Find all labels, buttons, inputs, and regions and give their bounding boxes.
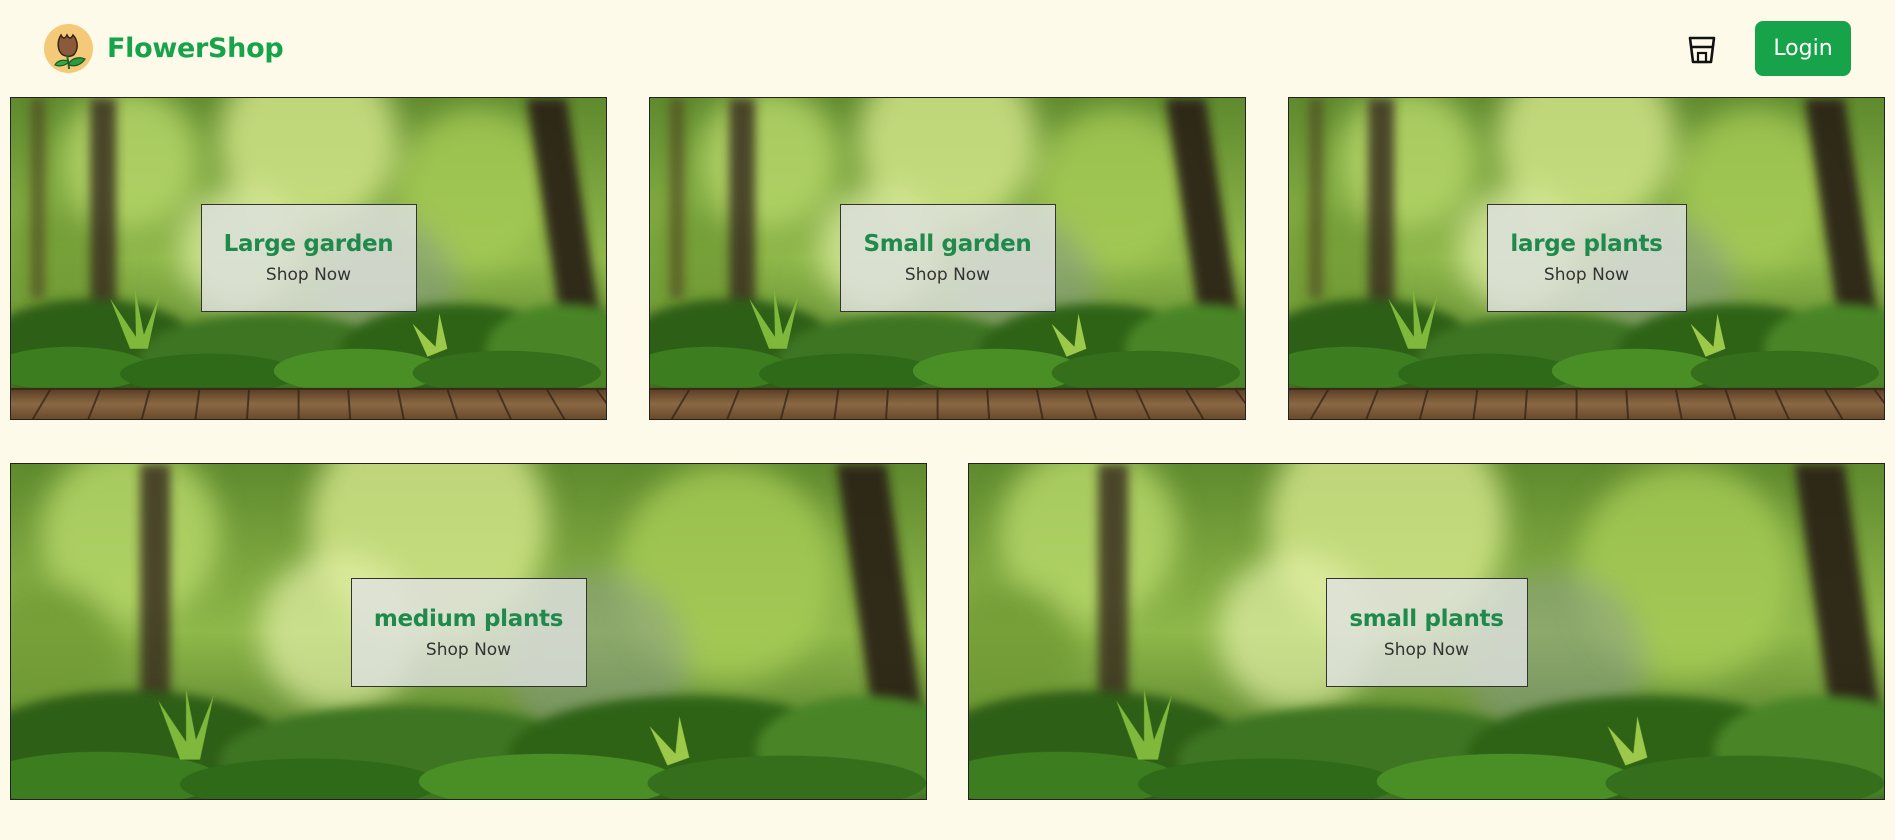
brand-name: FlowerShop — [107, 33, 284, 64]
category-card-large-plants[interactable]: large plants Shop Now — [1288, 97, 1885, 420]
category-label: small plants Shop Now — [1325, 578, 1528, 687]
category-label: medium plants Shop Now — [350, 578, 587, 687]
category-label: Small garden Shop Now — [839, 204, 1056, 312]
shop-now-link[interactable]: Shop Now — [266, 265, 351, 285]
shop-now-link[interactable]: Shop Now — [905, 265, 990, 285]
navbar: FlowerShop Login — [0, 0, 1895, 97]
category-card-large-garden[interactable]: Large garden Shop Now — [10, 97, 607, 420]
shop-now-link[interactable]: Shop Now — [1384, 640, 1469, 660]
cart-icon[interactable] — [1685, 32, 1719, 66]
category-card-medium-plants[interactable]: medium plants Shop Now — [10, 463, 927, 800]
login-button[interactable]: Login — [1755, 21, 1851, 76]
shop-now-link[interactable]: Shop Now — [1544, 265, 1629, 285]
category-title: Small garden — [863, 231, 1032, 257]
brand-link[interactable]: FlowerShop — [44, 24, 284, 73]
category-title: medium plants — [373, 605, 564, 632]
category-label: large plants Shop Now — [1486, 204, 1687, 312]
category-label: Large garden Shop Now — [200, 204, 417, 312]
category-title: small plants — [1349, 605, 1504, 632]
category-title: Large garden — [223, 231, 394, 257]
category-card-small-plants[interactable]: small plants Shop Now — [968, 463, 1885, 800]
flower-logo-icon — [44, 24, 93, 73]
category-title: large plants — [1510, 231, 1663, 257]
nav-actions: Login — [1685, 21, 1851, 76]
shop-now-link[interactable]: Shop Now — [426, 640, 511, 660]
category-card-small-garden[interactable]: Small garden Shop Now — [649, 97, 1246, 420]
